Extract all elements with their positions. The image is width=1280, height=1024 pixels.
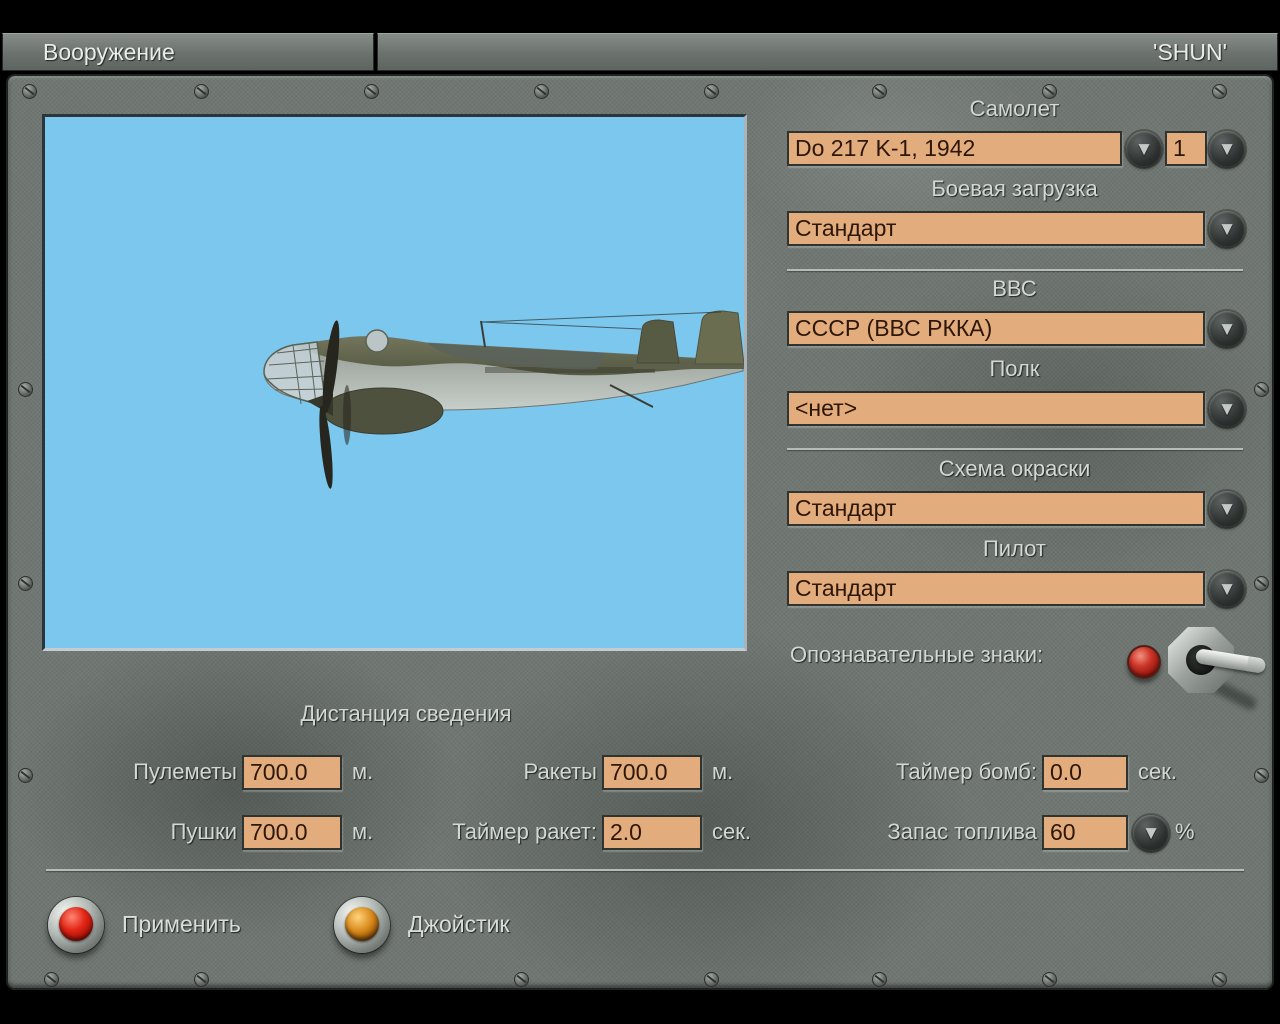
rockets-unit: м. — [712, 759, 734, 784]
player-name: 'SHUN' — [1153, 39, 1227, 65]
fuel-unit: % — [1175, 819, 1195, 844]
screw-icon — [1254, 768, 1269, 783]
regiment-dropdown-button[interactable]: ▼ — [1209, 391, 1245, 427]
paint-scheme-label: Схема окраски — [938, 456, 1091, 481]
screw-icon — [872, 972, 887, 987]
chevron-down-icon: ▼ — [1217, 318, 1237, 340]
cannons-field[interactable]: 700.0 — [242, 815, 342, 850]
regiment-select[interactable]: <нет> — [787, 391, 1205, 426]
main-panel: Самолет Do 217 K-1, 1942 ▼ 1 ▼ Боевая за… — [6, 74, 1274, 990]
screen-title: Вооружение — [43, 39, 175, 65]
bomb-timer-unit: сек. — [1138, 759, 1177, 784]
fuel-field[interactable]: 60 — [1042, 815, 1128, 850]
aircraft-preview — [42, 114, 747, 651]
pilot-label: Пилот — [982, 536, 1046, 561]
rocket-timer-label: Таймер ракет: — [452, 819, 597, 844]
loadout-dropdown-button[interactable]: ▼ — [1209, 211, 1245, 247]
airforce-dropdown-button[interactable]: ▼ — [1209, 311, 1245, 347]
screw-icon — [1254, 576, 1269, 591]
screw-icon — [364, 84, 379, 99]
machine-guns-field[interactable]: 700.0 — [242, 755, 342, 790]
screw-icon — [194, 84, 209, 99]
screw-icon — [194, 972, 209, 987]
chevron-down-icon: ▼ — [1134, 138, 1154, 160]
aircraft-select[interactable]: Do 217 K-1, 1942 — [787, 131, 1122, 166]
convergence-title: Дистанция сведения — [300, 701, 512, 726]
screw-icon — [44, 972, 59, 987]
bomb-timer-field[interactable]: 0.0 — [1042, 755, 1128, 790]
rocket-timer-unit: сек. — [712, 819, 751, 844]
chevron-down-icon: ▼ — [1217, 218, 1237, 240]
tab-armament: Вооружение — [2, 33, 374, 71]
loadout-select[interactable]: Стандарт — [787, 211, 1205, 246]
pilot-select[interactable]: Стандарт — [787, 571, 1205, 606]
section-divider — [787, 269, 1243, 271]
armament-screen: Вооружение 'SHUN' Самолет Do 217 K-1, 19… — [0, 0, 1280, 1024]
apply-button-red-dome-icon — [59, 907, 93, 941]
rockets-field[interactable]: 700.0 — [602, 755, 702, 790]
apply-button-label[interactable]: Применить — [122, 911, 241, 938]
screw-icon — [704, 972, 719, 987]
screw-icon — [1212, 972, 1227, 987]
chevron-down-icon: ▼ — [1217, 498, 1237, 520]
machine-guns-label: Пулеметы — [133, 759, 237, 784]
screw-icon — [18, 576, 33, 591]
chevron-down-icon: ▼ — [1217, 578, 1237, 600]
airforce-label: ВВС — [992, 276, 1037, 301]
section-divider — [787, 448, 1243, 450]
screw-icon — [18, 382, 33, 397]
rocket-timer-field[interactable]: 2.0 — [602, 815, 702, 850]
machine-guns-unit: м. — [352, 759, 374, 784]
regiment-label: Полк — [989, 356, 1040, 381]
joystick-button[interactable] — [334, 897, 390, 953]
screw-icon — [704, 84, 719, 99]
screw-icon — [514, 972, 529, 987]
aircraft-dropdown-button[interactable]: ▼ — [1126, 131, 1162, 167]
cannons-label: Пушки — [170, 819, 237, 844]
bomb-timer-label: Таймер бомб: — [895, 759, 1037, 784]
aircraft-count-field[interactable]: 1 — [1165, 131, 1207, 166]
aircraft-label: Самолет — [969, 96, 1060, 121]
screw-icon — [1042, 972, 1057, 987]
airforce-select[interactable]: СССР (ВВС РККА) — [787, 311, 1205, 346]
aircraft-count-dropdown-button[interactable]: ▼ — [1209, 131, 1245, 167]
loadout-label: Боевая загрузка — [931, 176, 1098, 201]
screw-icon — [18, 768, 33, 783]
apply-button[interactable] — [48, 897, 104, 953]
aircraft-image-do217 — [263, 310, 745, 489]
screw-icon — [1254, 382, 1269, 397]
chevron-down-icon: ▼ — [1141, 822, 1161, 844]
pilot-dropdown-button[interactable]: ▼ — [1209, 571, 1245, 607]
paint-scheme-select[interactable]: Стандарт — [787, 491, 1205, 526]
player-name-bar: 'SHUN' — [377, 33, 1278, 71]
markings-label: Опознавательные знаки: — [790, 642, 1044, 667]
cannons-unit: м. — [352, 819, 374, 844]
paint-scheme-dropdown-button[interactable]: ▼ — [1209, 491, 1245, 527]
screw-icon — [22, 84, 37, 99]
actions-divider — [46, 869, 1244, 871]
fuel-label: Запас топлива — [887, 819, 1037, 844]
joystick-button-amber-dome-icon — [345, 907, 379, 941]
chevron-down-icon: ▼ — [1217, 398, 1237, 420]
fuel-dropdown-button[interactable]: ▼ — [1133, 815, 1169, 851]
joystick-button-label[interactable]: Джойстик — [408, 911, 510, 938]
chevron-down-icon: ▼ — [1217, 138, 1237, 160]
rockets-label: Ракеты — [523, 759, 597, 784]
screw-icon — [534, 84, 549, 99]
markings-indicator-lamp-icon — [1127, 645, 1161, 679]
